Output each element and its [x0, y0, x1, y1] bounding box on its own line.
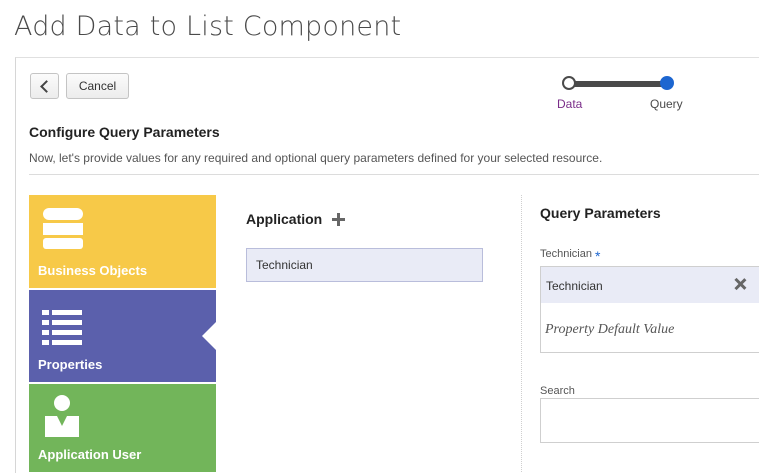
- default-value-placeholder[interactable]: Property Default Value: [545, 322, 674, 338]
- train-step-data[interactable]: [562, 76, 576, 90]
- user-icon: [45, 395, 79, 437]
- back-button[interactable]: [30, 73, 59, 99]
- tile-label-application-user: Application User: [38, 447, 142, 462]
- application-header-label: Application: [246, 211, 323, 227]
- technician-label-text: Technician: [540, 248, 592, 260]
- required-marker: *: [594, 248, 601, 264]
- add-icon[interactable]: [332, 212, 346, 226]
- tile-label-business-objects: Business Objects: [38, 263, 148, 278]
- tile-application-user[interactable]: Application User: [29, 384, 216, 472]
- train-connector: [571, 81, 667, 87]
- divider: [29, 174, 759, 175]
- close-icon[interactable]: [733, 277, 747, 291]
- page-title: Add Data to List Component: [14, 11, 402, 42]
- train-label-query: Query: [650, 97, 683, 111]
- cancel-button[interactable]: Cancel: [66, 73, 129, 99]
- list-icon: [42, 310, 82, 345]
- tile-label-properties: Properties: [38, 357, 103, 372]
- tile-properties[interactable]: Properties: [29, 290, 216, 382]
- chevron-left-icon: [39, 79, 53, 93]
- technician-chip-label: Technician: [546, 279, 603, 293]
- section-description: Now, let's provide values for any requir…: [29, 151, 603, 165]
- technician-field[interactable]: Technician Property Default Value: [540, 266, 759, 353]
- selected-tile-indicator: [202, 322, 216, 350]
- application-item[interactable]: Technician: [246, 248, 483, 282]
- column-separator: [521, 195, 522, 472]
- technician-field-label: Technician *: [540, 248, 600, 264]
- search-field-label: Search: [540, 385, 575, 397]
- tile-business-objects[interactable]: Business Objects: [29, 195, 216, 288]
- application-header: Application: [246, 211, 346, 227]
- train-step-query[interactable]: [660, 76, 674, 90]
- database-icon: [43, 208, 83, 249]
- query-parameters-title: Query Parameters: [540, 205, 661, 221]
- train-label-data[interactable]: Data: [557, 97, 582, 111]
- search-field[interactable]: [540, 398, 759, 443]
- section-title: Configure Query Parameters: [29, 124, 220, 140]
- technician-chip[interactable]: Technician: [541, 267, 759, 303]
